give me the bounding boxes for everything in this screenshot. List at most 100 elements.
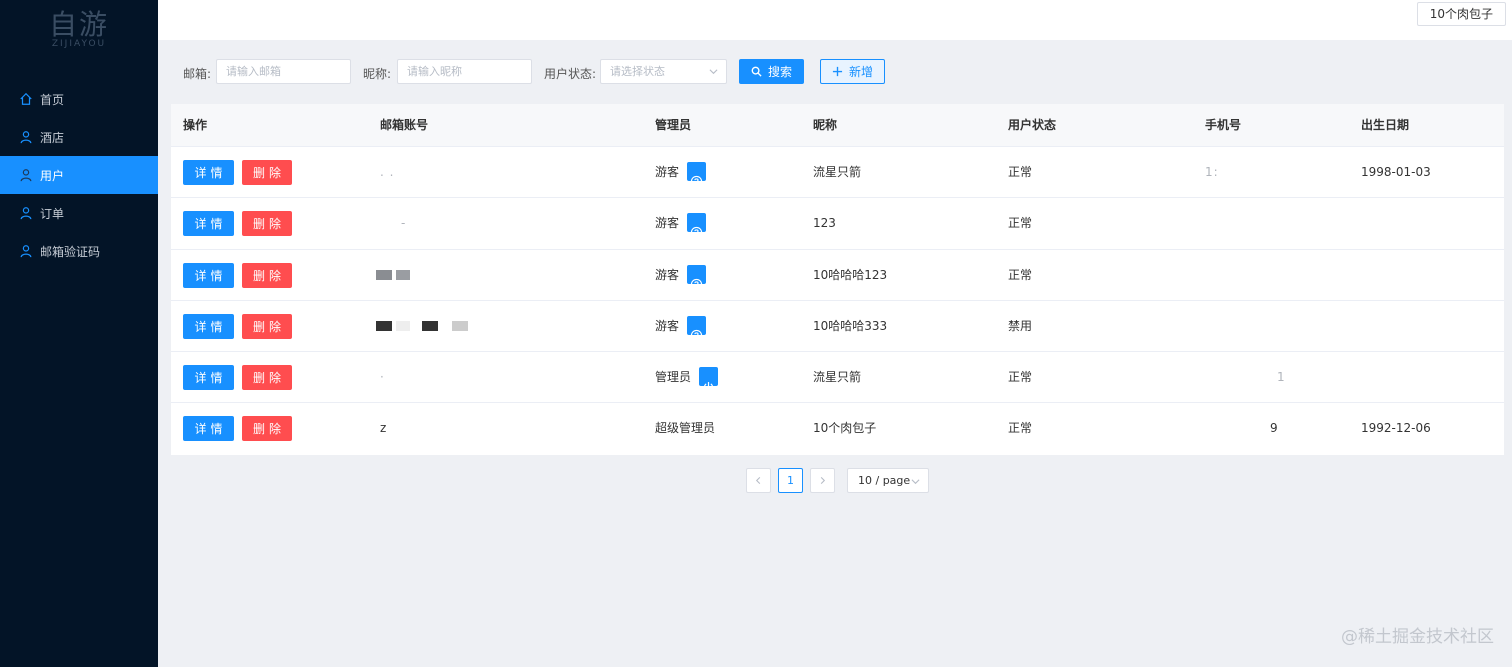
nickname-label: 昵称:: [363, 67, 392, 81]
status-cell: 正常: [1008, 165, 1033, 179]
sidebar-item-email-code[interactable]: 邮箱验证码: [0, 232, 158, 270]
detail-button[interactable]: 详情: [183, 416, 234, 442]
sidebar-item-label: 首页: [40, 92, 65, 107]
nickname-cell: 流星只箭: [813, 370, 862, 385]
nickname-cell: 流星只箭: [813, 165, 862, 179]
table-header: 操作 邮箱账号 管理员 昵称 用户状态 手机号 出生日期: [171, 104, 1504, 147]
sidebar-item-label: 邮箱验证码: [40, 244, 101, 259]
column-header: 邮箱账号: [380, 118, 429, 132]
user-icon: [20, 207, 32, 220]
page-size-select[interactable]: 10 / page: [847, 468, 929, 493]
email-cell: . .: [380, 165, 395, 179]
plus-icon: [832, 66, 843, 77]
role-label: 游客: [655, 216, 680, 231]
pagination: 1 10 / page: [0, 468, 1512, 493]
column-header: 昵称: [813, 118, 838, 132]
search-bar: 邮箱: 昵称: 用户状态: 请选择状态 搜索 新增: [158, 40, 1512, 104]
role-label: 游客: [655, 267, 680, 282]
power-icon[interactable]: [699, 367, 719, 392]
column-header: 手机号: [1205, 118, 1242, 132]
status-cell: 禁用: [1008, 318, 1033, 333]
delete-button[interactable]: 删除: [242, 262, 292, 288]
birth-date-cell: 1992-12-06: [1361, 421, 1431, 436]
role-cell: 游客: [655, 147, 707, 198]
table-row: 详情 删除 z 超级管理员 10个肉包子 正常 9 1992-12-06: [171, 403, 1504, 454]
role-cell: 游客: [655, 198, 707, 249]
column-header: 出生日期: [1361, 118, 1410, 132]
home-icon: [20, 92, 32, 105]
top-header: 10个肉包子: [158, 0, 1512, 40]
column-header: 操作: [183, 118, 208, 132]
user-menu-button[interactable]: 10个肉包子: [1416, 2, 1506, 26]
question-icon[interactable]: [687, 162, 707, 188]
role-cell: 游客: [655, 301, 707, 352]
sidebar: 自游 ZIJIAYOU 首页 酒店 用户 订单 邮箱验证码: [0, 0, 158, 667]
nickname-cell: 123: [813, 216, 836, 231]
question-icon[interactable]: [687, 213, 707, 239]
user-icon: [20, 245, 32, 258]
column-header: 用户状态: [1008, 118, 1057, 132]
watermark: @稀土掘金技术社区: [1341, 627, 1494, 647]
delete-button[interactable]: 删除: [242, 416, 292, 442]
user-table: 操作 邮箱账号 管理员 昵称 用户状态 手机号 出生日期 详情 删除 . . 游…: [171, 104, 1504, 455]
table-row: 详情 删除 游客 10哈哈哈333 禁用: [171, 301, 1504, 353]
email-label: 邮箱:: [183, 67, 212, 81]
search-icon: [751, 66, 762, 77]
phone-cell: 9: [1270, 421, 1278, 436]
birth-date-cell: 1998-01-03: [1361, 165, 1431, 179]
sidebar-item-label: 酒店: [40, 130, 65, 145]
search-button-label: 搜索: [767, 65, 792, 79]
search-button[interactable]: 搜索: [739, 59, 804, 84]
next-page-button[interactable]: [810, 468, 835, 493]
delete-button[interactable]: 删除: [242, 365, 292, 391]
sidebar-item-hotel[interactable]: 酒店: [0, 118, 158, 156]
status-cell: 正常: [1008, 267, 1033, 282]
sidebar-item-user[interactable]: 用户: [0, 156, 158, 194]
email-cell: ·: [380, 370, 385, 385]
chevron-right-icon: [820, 476, 826, 485]
question-icon[interactable]: [687, 315, 707, 342]
delete-button[interactable]: 删除: [242, 211, 292, 237]
delete-button[interactable]: 删除: [242, 160, 292, 185]
email-cell: -: [401, 216, 407, 231]
sidebar-item-order[interactable]: 订单: [0, 194, 158, 232]
delete-button[interactable]: 删除: [242, 313, 292, 339]
detail-button[interactable]: 详情: [183, 262, 234, 288]
sidebar-item-label: 用户: [40, 168, 65, 183]
table-row: 详情 删除 . . 游客 流星只箭 正常 1: 1998-01-03: [171, 147, 1504, 199]
role-cell: 游客: [655, 250, 707, 301]
chevron-left-icon: [755, 476, 761, 485]
status-cell: 正常: [1008, 216, 1033, 231]
detail-button[interactable]: 详情: [183, 160, 234, 185]
user-icon: [20, 169, 32, 182]
detail-button[interactable]: 详情: [183, 313, 234, 339]
sidebar-item-home[interactable]: 首页: [0, 80, 158, 118]
column-header: 管理员: [655, 118, 692, 132]
status-select-placeholder: 请选择状态: [610, 65, 665, 78]
logo-subtitle: ZIJIAYOU: [51, 39, 107, 49]
nickname-cell: 10哈哈哈333: [813, 318, 888, 333]
nickname-cell: 10个肉包子: [813, 421, 877, 436]
page-number-button[interactable]: 1: [778, 468, 803, 493]
question-icon[interactable]: [687, 264, 707, 290]
sidebar-menu: 首页 酒店 用户 订单 邮箱验证码: [0, 80, 158, 270]
user-icon: [20, 131, 32, 144]
status-label: 用户状态:: [544, 67, 597, 81]
sidebar-item-label: 订单: [40, 206, 65, 221]
phone-cell: 1: [1277, 370, 1286, 385]
detail-button[interactable]: 详情: [183, 365, 234, 391]
prev-page-button[interactable]: [746, 468, 771, 493]
nickname-search-input[interactable]: [397, 59, 532, 84]
role-label: 游客: [655, 318, 680, 333]
status-select[interactable]: 请选择状态: [600, 59, 727, 84]
add-button[interactable]: 新增: [820, 59, 885, 84]
email-cell: z: [380, 421, 387, 436]
logo: 自游 ZIJIAYOU: [0, 0, 158, 62]
email-search-input[interactable]: [216, 59, 351, 84]
detail-button[interactable]: 详情: [183, 211, 234, 237]
role-cell: 管理员: [655, 352, 719, 403]
status-cell: 正常: [1008, 421, 1033, 436]
role-label: 管理员: [655, 370, 692, 385]
email-cell: [376, 250, 414, 301]
page-size-label: 10 / page: [858, 474, 911, 487]
